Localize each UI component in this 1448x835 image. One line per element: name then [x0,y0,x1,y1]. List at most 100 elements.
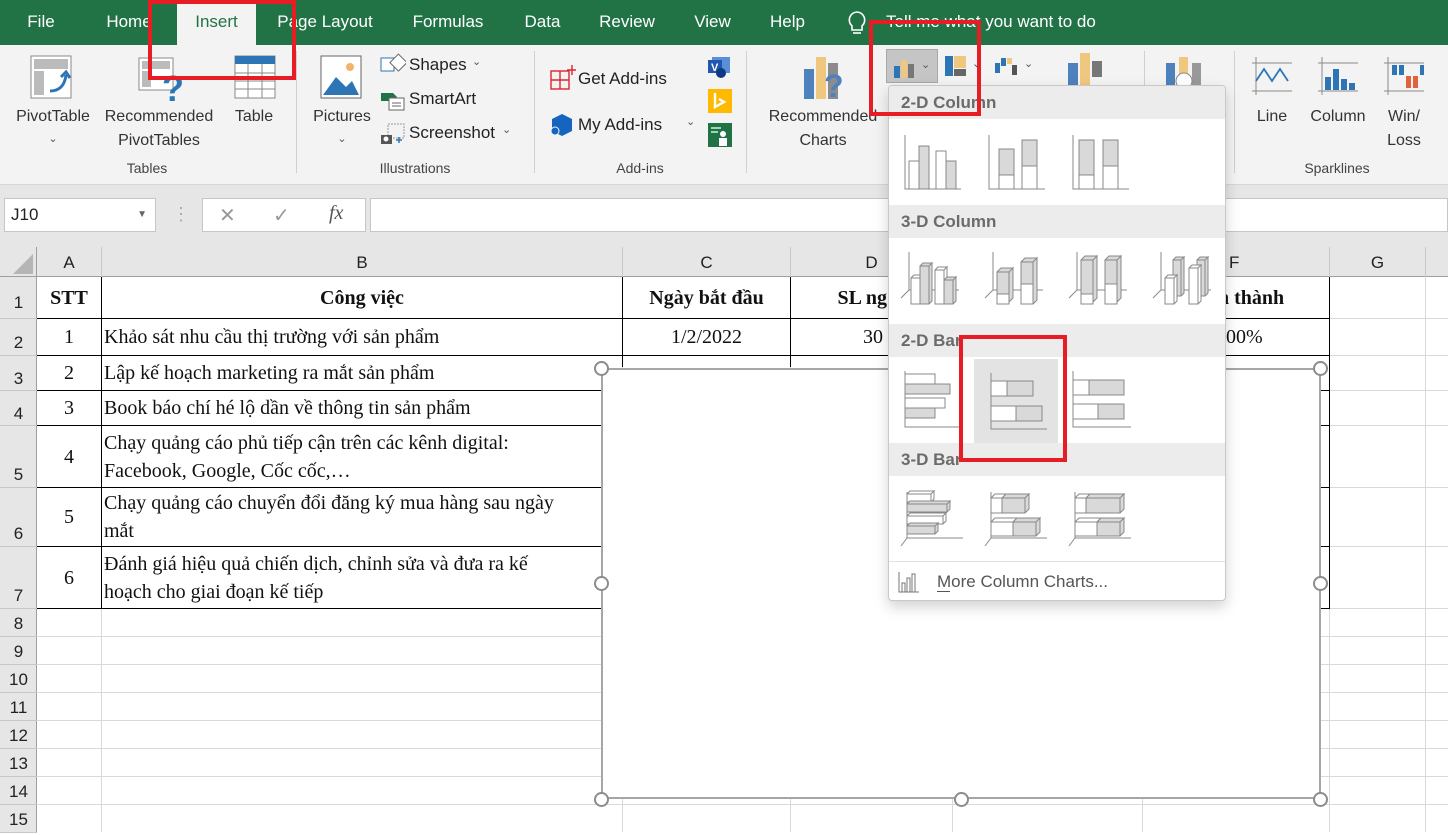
row-header-8[interactable]: 8 [0,609,37,637]
tab-data[interactable]: Data [515,0,570,45]
3d-stacked-bar-icon[interactable] [983,486,1047,550]
cell-b6-line2[interactable]: mắt [104,518,600,544]
3d-clustered-bar-icon[interactable] [899,486,963,550]
100-stacked-bar-icon[interactable] [1067,371,1131,431]
pictures-label: Pictures [313,108,371,125]
visio-icon[interactable]: V [708,55,732,79]
row-header-6[interactable]: 6 [0,488,37,547]
recommended-charts-button[interactable]: ? Recommended Charts [760,45,886,155]
insert-waterfall-chart-button[interactable]: ⌄ [992,49,1036,83]
3d-stacked-column-icon[interactable] [983,250,1047,312]
row-header-15[interactable]: 15 [0,805,37,833]
shapes-button[interactable]: Shapes ⌄ [380,53,520,79]
column-header-g[interactable]: G [1330,247,1426,277]
row-header-2[interactable]: 2 [0,319,37,356]
select-all-corner[interactable] [0,247,37,277]
more-column-charts-item[interactable]: More Column Charts... [889,562,1225,600]
pictures-button[interactable]: Pictures ⌄ [304,45,380,155]
3d-100-stacked-bar-icon[interactable] [1067,486,1131,550]
row-header-14[interactable]: 14 [0,777,37,805]
resize-handle-bottom-right[interactable] [1313,792,1328,807]
sparkline-line-button[interactable]: Line [1244,45,1300,155]
cell-d1[interactable]: SL ng [791,277,887,318]
sparkline-column-button[interactable]: Column [1302,45,1374,155]
tab-formulas[interactable]: Formulas [402,0,494,45]
cell-a4[interactable]: 3 [37,391,101,425]
stacked-column-icon[interactable] [983,131,1047,191]
3d-clustered-column-icon[interactable] [899,250,963,312]
drag-handle-icon[interactable]: ⋮ [172,204,190,224]
row-header-12[interactable]: 12 [0,721,37,749]
cell-c1[interactable]: Ngày bắt đầu [623,277,790,318]
cell-a3[interactable]: 2 [37,356,101,390]
cell-b3[interactable]: Lập kế hoạch marketing ra mắt sản phẩm [104,356,600,390]
row-header-13[interactable]: 13 [0,749,37,777]
row-header-4[interactable]: 4 [0,391,37,426]
tab-view[interactable]: View [685,0,740,45]
screenshot-button[interactable]: Screenshot ⌄ [380,121,520,147]
cell-a6[interactable]: 5 [37,488,101,546]
column-header-c[interactable]: C [623,247,791,277]
clustered-bar-icon[interactable] [899,371,963,431]
bing-maps-icon[interactable] [708,89,732,113]
row-header-11[interactable]: 11 [0,693,37,721]
group-separator [746,51,747,173]
sparkline-winloss-button[interactable]: Win/ Loss [1378,45,1430,155]
cancel-icon[interactable]: ✕ [219,203,236,228]
row-header-7[interactable]: 7 [0,547,37,609]
cell-b7-line1[interactable]: Đánh giá hiệu quả chiến dịch, chỉnh sửa … [104,551,600,577]
enter-icon[interactable]: ✓ [273,203,290,228]
cell-f1[interactable]: n thành [1218,277,1329,318]
cell-c2[interactable]: 1/2/2022 [623,319,790,355]
chevron-down-icon[interactable]: ▼ [137,199,147,231]
column-header-a[interactable]: A [37,247,102,277]
cell-b1[interactable]: Công việc [102,277,622,318]
name-box[interactable]: J10 ▼ [4,198,156,232]
tab-review[interactable]: Review [592,0,662,45]
cell-b4[interactable]: Book báo chí hé lộ dần về thông tin sản … [104,391,600,425]
group-label-sparklines: Sparklines [1304,160,1370,176]
resize-handle-top-left[interactable] [594,361,609,376]
group-label-addins: Add-ins [616,160,664,176]
cell-b7-line2[interactable]: hoạch cho giai đoạn kế tiếp [104,579,600,605]
tab-file[interactable]: File [16,0,66,45]
row-header-5[interactable]: 5 [0,426,37,488]
screenshot-label: Screenshot [409,123,495,142]
smartart-button[interactable]: SmartArt [380,87,520,113]
cell-f2[interactable]: 00% [1226,319,1329,355]
people-graph-icon[interactable] [708,123,732,147]
cell-b6-line1[interactable]: Chạy quảng cáo chuyển đổi đăng ký mua hà… [104,490,600,516]
row-header-10[interactable]: 10 [0,665,37,693]
cell-a1[interactable]: STT [37,277,101,318]
100-stacked-column-icon[interactable] [1067,131,1131,191]
get-addins-icon [550,65,576,90]
row-header-1[interactable]: 1 [0,277,37,319]
cell-a2[interactable]: 1 [37,319,101,355]
3d-column-icon[interactable] [1151,250,1215,312]
insert-function-icon[interactable]: fx [329,202,343,225]
resize-handle-middle-left[interactable] [594,576,609,591]
3d-100-stacked-column-icon[interactable] [1067,250,1131,312]
cell-b2[interactable]: Khảo sát nhu cầu thị trường với sản phẩm [104,319,622,355]
pivottable-button[interactable]: PivotTable ⌄ [10,45,96,155]
row-header-9[interactable]: 9 [0,637,37,665]
cell-b5-line2[interactable]: Facebook, Google, Cốc cốc,… [104,458,600,484]
cell-a7[interactable]: 6 [37,547,101,608]
column-header-b[interactable]: B [102,247,623,277]
tab-help[interactable]: Help [760,0,815,45]
resize-handle-bottom-left[interactable] [594,792,609,807]
cell-a5[interactable]: 4 [37,426,101,487]
resize-handle-bottom-middle[interactable] [954,792,969,807]
resize-handle-top-right[interactable] [1313,361,1328,376]
row-headers: 1 2 3 4 5 6 7 8 9 10 11 12 13 14 15 [0,277,37,833]
get-addins-button[interactable]: Get Add-ins [550,65,690,93]
my-addins-button[interactable]: My Add-ins ⌄ [550,111,700,139]
column-headers: A B C D E F G [0,247,1448,277]
row-header-3[interactable]: 3 [0,356,37,391]
resize-handle-middle-right[interactable] [1313,576,1328,591]
group-separator [534,51,535,173]
cell-b5-line1[interactable]: Chạy quảng cáo phủ tiếp cận trên các kên… [104,430,600,456]
cell-d2[interactable]: 30 [791,319,883,355]
clustered-column-icon[interactable] [899,131,963,191]
sparkline-winloss-label-1: Win/ [1388,108,1420,125]
